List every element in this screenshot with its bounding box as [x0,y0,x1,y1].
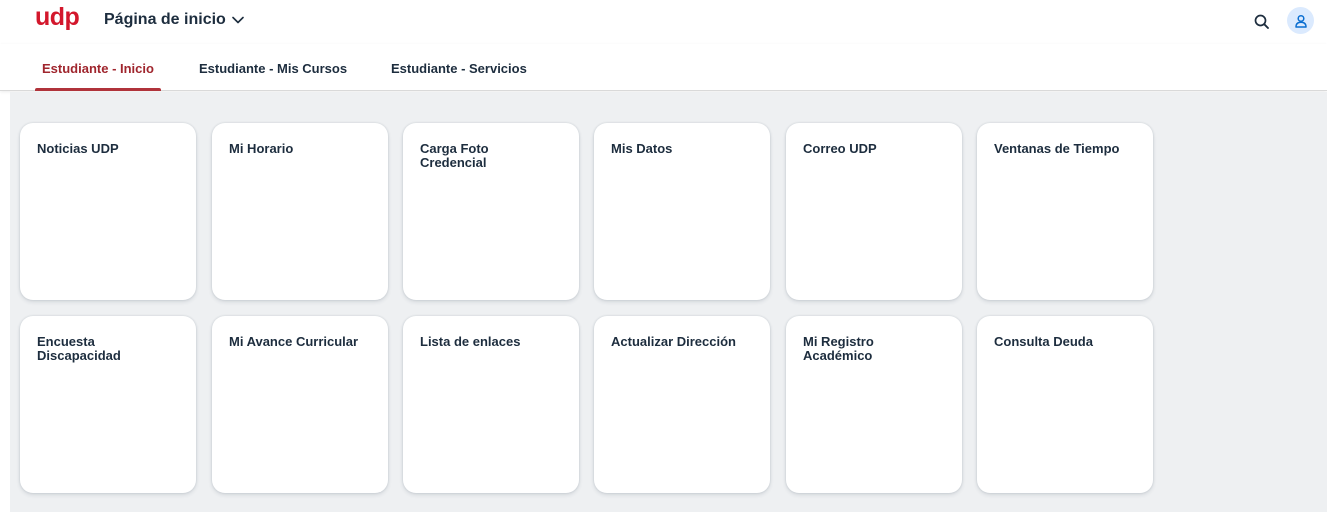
tile-mi-horario[interactable]: Mi Horario [212,123,388,300]
tile-title: Consulta Deuda [994,334,1093,349]
tab-estudiante-inicio[interactable]: Estudiante - Inicio [35,44,161,91]
tile-lista-de-enlaces[interactable]: Lista de enlaces [403,316,579,493]
tile-title: Actualizar Dirección [611,334,736,349]
tab-estudiante-servicios[interactable]: Estudiante - Servicios [384,44,534,91]
app-title-label: Página de inicio [104,11,226,28]
tile-noticias-udp[interactable]: Noticias UDP [20,123,196,300]
tile-mi-avance-curricular[interactable]: Mi Avance Curricular [212,316,388,493]
tile-mi-registro-academico[interactable]: Mi Registro Académico [786,316,962,493]
tile-mis-datos[interactable]: Mis Datos [594,123,770,300]
tile-title: Noticias UDP [37,141,119,156]
tile-title: Mis Datos [611,141,673,156]
udp-logo[interactable]: udp [35,3,80,32]
search-icon [1254,14,1269,29]
user-avatar-button[interactable] [1287,7,1314,34]
tile-ventanas-de-tiempo[interactable]: Ventanas de Tiempo [977,123,1153,300]
user-icon [1294,14,1307,28]
tile-title: Lista de enlaces [420,334,521,349]
tile-title: Carga Foto Credencial [420,141,489,170]
tile-title: Encuesta Discapacidad [37,334,121,363]
tab-bar: Estudiante - Inicio Estudiante - Mis Cur… [0,44,1327,91]
search-button[interactable] [1251,11,1273,33]
shell-bar: udp Página de inicio [0,0,1327,44]
tile-title: Mi Registro Académico [803,334,874,363]
tile-actualizar-direccion[interactable]: Actualizar Dirección [594,316,770,493]
tile-container: Noticias UDP Mi Horario Carga Foto Crede… [10,92,1327,512]
tile-title: Correo UDP [803,141,877,156]
tile-correo-udp[interactable]: Correo UDP [786,123,962,300]
tab-estudiante-mis-cursos[interactable]: Estudiante - Mis Cursos [192,44,354,91]
tile-consulta-deuda[interactable]: Consulta Deuda [977,316,1153,493]
app-title-menu[interactable]: Página de inicio [104,11,244,29]
tile-title: Ventanas de Tiempo [994,141,1120,156]
tile-title: Mi Horario [229,141,294,156]
tile-title: Mi Avance Curricular [229,334,359,349]
chevron-down-icon [232,16,244,24]
tile-carga-foto-credencial[interactable]: Carga Foto Credencial [403,123,579,300]
tile-encuesta-discapacidad[interactable]: Encuesta Discapacidad [20,316,196,493]
